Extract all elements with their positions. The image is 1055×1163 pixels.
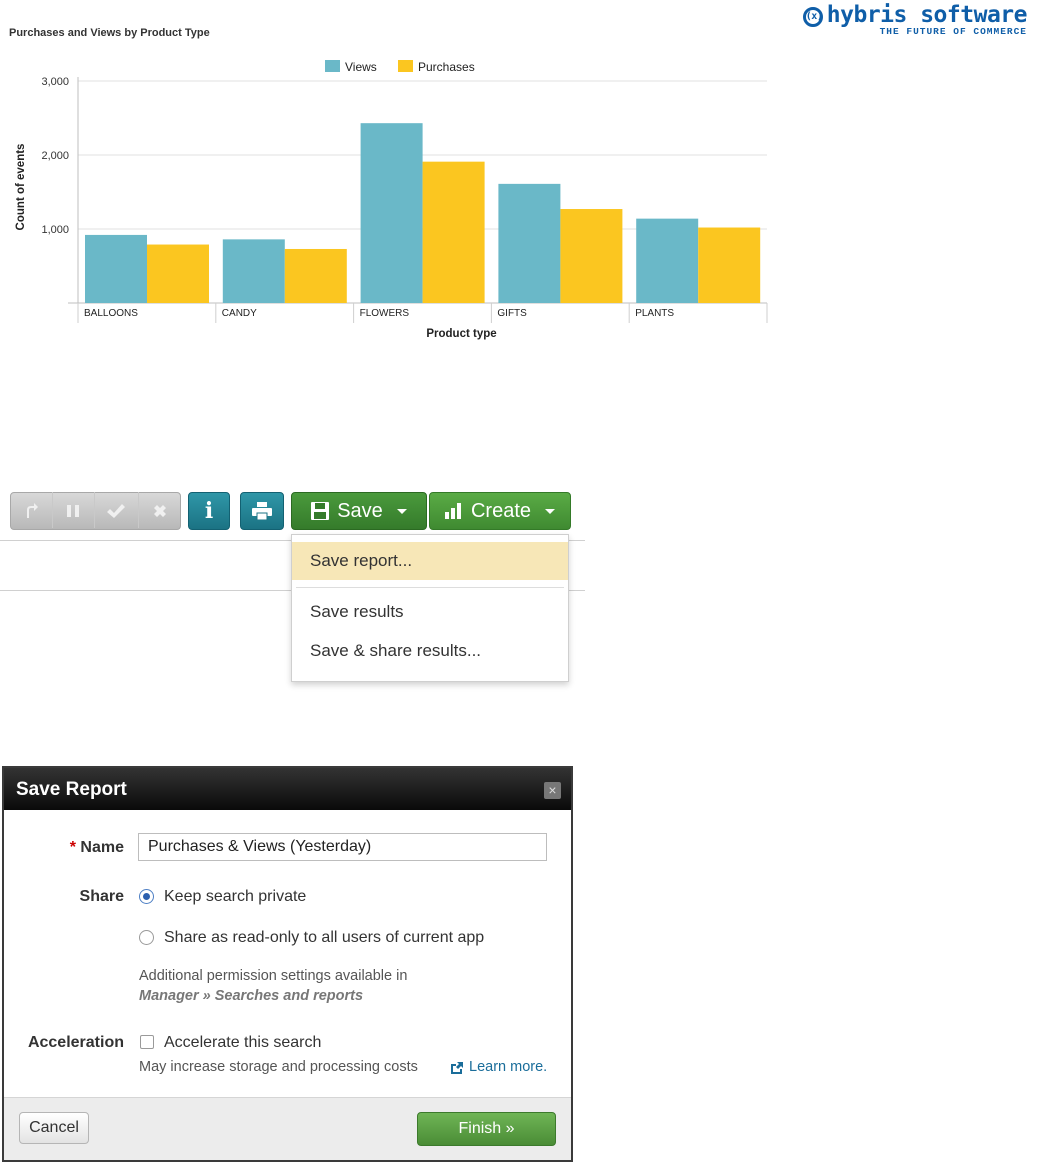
info-icon: i (204, 498, 214, 524)
create-button-label: Create (470, 499, 532, 522)
bar-views-balloons (85, 234, 147, 303)
finalize-button[interactable] (94, 492, 138, 530)
radio-keep-private[interactable] (139, 889, 154, 904)
pause-icon (67, 505, 79, 517)
acceleration-label: Acceleration (27, 1034, 124, 1051)
bar-views-flowers (360, 123, 423, 304)
close-icon (153, 505, 166, 517)
legend-swatch-purchases (398, 60, 413, 72)
menu-item-save-report[interactable]: Save report... (292, 542, 568, 580)
x-axis-title: Product type (426, 328, 496, 340)
stop-button[interactable] (138, 492, 181, 530)
x-tick-label: FLOWERS (360, 308, 410, 319)
pause-button[interactable] (52, 492, 94, 530)
x-tick-label: BALLOONS (84, 308, 138, 319)
print-button[interactable] (240, 492, 284, 530)
legend-label-purchases: Purchases (418, 60, 475, 74)
x-tick-label: GIFTS (497, 308, 527, 319)
close-icon[interactable]: × (544, 782, 561, 799)
chevron-down-icon (396, 508, 407, 514)
save-button-label: Save (337, 499, 383, 522)
share-readonly-label[interactable]: Share as read-only to all users of curre… (164, 929, 484, 947)
menu-item-save-share-results[interactable]: Save & share results... (292, 632, 568, 670)
name-label-text: Name (80, 839, 124, 856)
info-button[interactable]: i (188, 492, 230, 530)
redo-button[interactable] (10, 492, 52, 530)
chart-title: Purchases and Views by Product Type (9, 27, 210, 39)
accelerate-checkbox[interactable] (140, 1035, 154, 1049)
legend-label-views: Views (345, 60, 377, 74)
y-tick-label: 1,000 (41, 224, 69, 236)
learn-more-link[interactable]: Learn more. (469, 1059, 547, 1075)
bar-purchases-balloons (147, 244, 209, 303)
logo-mark-icon: (x) (802, 7, 823, 27)
logo-name: hybris software (826, 2, 1028, 28)
y-tick-label: 3,000 (41, 76, 69, 88)
cancel-button[interactable]: Cancel (19, 1112, 89, 1144)
radio-share-readonly[interactable] (139, 930, 154, 945)
bar-views-candy (222, 239, 285, 303)
share-label: Share (79, 888, 124, 905)
save-dropdown-menu: Save report... Save results Save & share… (291, 534, 569, 682)
bar-views-gifts (498, 183, 561, 303)
y-tick-label: 2,000 (41, 150, 69, 162)
keep-private-label[interactable]: Keep search private (164, 888, 306, 906)
bar-views-plants (636, 218, 699, 303)
dialog-header: Save Report × (4, 768, 571, 810)
bar-chart-icon (444, 503, 461, 519)
permissions-path: Manager » Searches and reports (139, 988, 364, 1004)
hybris-logo: (x) hybris software THE FUTURE OF COMMERC… (802, 2, 1028, 37)
menu-item-save-results[interactable]: Save results (292, 593, 568, 631)
floppy-disk-icon (311, 502, 330, 520)
dialog-footer: Cancel Finish » (4, 1097, 571, 1160)
bar-purchases-plants (698, 227, 761, 303)
chevron-down-icon (545, 508, 556, 514)
printer-icon (252, 502, 272, 520)
y-axis-title: Count of events (15, 144, 27, 231)
legend-swatch-views (325, 60, 340, 72)
redo-icon (27, 503, 38, 518)
accelerate-label[interactable]: Accelerate this search (164, 1034, 321, 1052)
x-tick-label: PLANTS (635, 308, 674, 319)
dialog-title: Save Report (16, 779, 127, 800)
menu-divider (296, 587, 564, 588)
bar-purchases-gifts (560, 209, 623, 303)
permissions-note: Additional permission settings available… (139, 968, 408, 984)
accelerate-note: May increase storage and processing cost… (139, 1059, 418, 1075)
bar-chart: 1,000 2,000 3,000 BALLOONS CANDY FLOWERS GIFTS… (15, 60, 768, 340)
create-dropdown-button[interactable]: Create (429, 492, 571, 530)
name-label: * Name (4, 839, 124, 857)
finish-button[interactable]: Finish » (417, 1112, 556, 1146)
report-name-input[interactable] (138, 833, 547, 861)
save-dropdown-button[interactable]: Save (291, 492, 427, 530)
required-marker: * (69, 839, 76, 856)
bar-purchases-flowers (422, 161, 485, 303)
check-icon (107, 504, 125, 518)
x-tick-label: CANDY (222, 308, 257, 319)
bar-purchases-candy (284, 248, 347, 303)
save-report-dialog: Save Report × * Name Share Keep search p… (2, 766, 573, 1162)
external-link-icon (451, 1062, 463, 1074)
